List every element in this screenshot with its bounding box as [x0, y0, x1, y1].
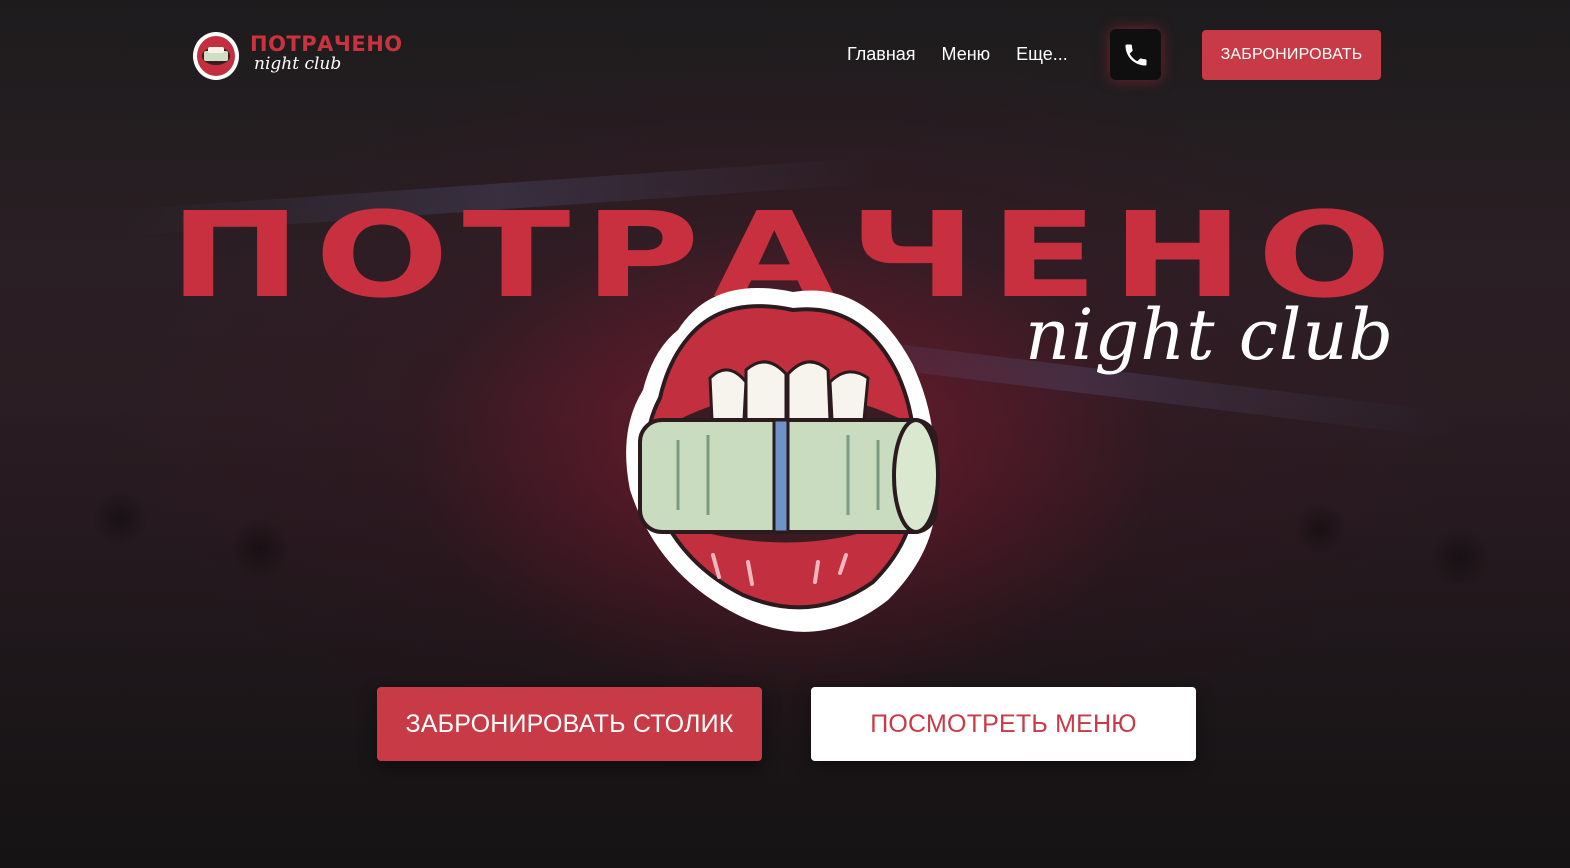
- logo-lips-icon: [193, 32, 239, 80]
- view-menu-button[interactable]: ПОСМОТРЕТЬ МЕНЮ: [811, 687, 1196, 761]
- main-nav: Главная Меню Еще...: [847, 43, 1068, 65]
- nav-link-home[interactable]: Главная: [847, 43, 916, 65]
- nav-link-more[interactable]: Еще...: [1016, 43, 1068, 65]
- phone-button[interactable]: [1110, 29, 1161, 80]
- lips-money-sticker: [626, 287, 940, 632]
- phone-icon: [1125, 44, 1146, 65]
- nav-link-menu[interactable]: Меню: [942, 43, 991, 65]
- book-table-button[interactable]: ЗАБРОНИРОВАТЬ СТОЛИК: [377, 687, 762, 761]
- logo-title: ПОТРАЧЕНО: [250, 32, 403, 56]
- site-logo[interactable]: ПОТРАЧЕНО night club: [192, 29, 432, 81]
- hero-subtitle: night club: [1025, 294, 1395, 376]
- logo-subtitle: night club: [254, 54, 342, 74]
- book-button[interactable]: ЗАБРОНИРОВАТЬ: [1202, 30, 1381, 80]
